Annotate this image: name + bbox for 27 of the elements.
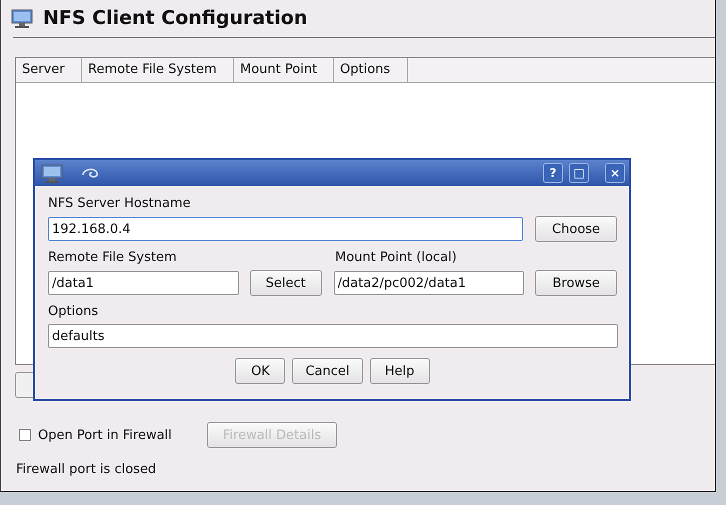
select-button[interactable]: Select <box>250 270 322 296</box>
close-button[interactable]: × <box>605 163 625 183</box>
dialog-button[interactable]: Help <box>370 358 430 384</box>
field-label: Options <box>48 304 100 319</box>
status-text: Firewall port is closed <box>16 462 158 477</box>
computer-icon <box>11 8 33 28</box>
choose-button[interactable]: Choose <box>535 216 617 242</box>
checkbox-label: Open Port in Firewall <box>38 428 172 442</box>
dialog-button[interactable]: Cancel <box>292 358 363 384</box>
browse-button[interactable]: Browse <box>535 270 617 296</box>
mount-point-field[interactable]: /data2/pc002/data1 <box>334 271 524 295</box>
computer-icon <box>41 163 63 183</box>
field-label: NFS Server Hostname <box>48 196 192 211</box>
field-label: Mount Point (local) <box>335 250 457 265</box>
dialog-button[interactable]: OK <box>235 358 286 384</box>
window-title: NFS Client Configuration <box>43 7 308 29</box>
checkbox[interactable] <box>19 429 31 441</box>
field-label: Remote File System <box>48 250 178 265</box>
options-field[interactable]: defaults <box>48 324 618 348</box>
column-header[interactable]: Options <box>334 58 408 82</box>
column-header[interactable]: Server <box>16 58 82 82</box>
help-button[interactable]: ? <box>543 163 563 183</box>
column-header[interactable]: Remote File System <box>82 58 234 82</box>
maximize-button[interactable]: □ <box>569 163 589 183</box>
remote-file-system-field[interactable]: /data1 <box>48 271 239 295</box>
hostname-field[interactable]: 192.168.0.4 <box>48 217 524 241</box>
column-header[interactable]: Mount Point <box>234 58 334 82</box>
